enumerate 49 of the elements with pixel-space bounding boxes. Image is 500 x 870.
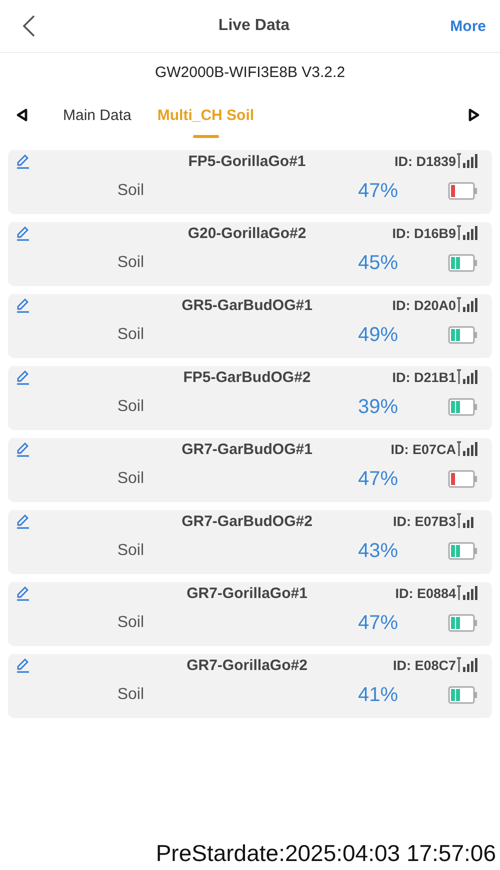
sensor-id: ID: D16B9	[392, 226, 456, 240]
moisture-value: 49%	[358, 324, 398, 346]
tab[interactable]: Multi_CH Soil	[157, 90, 254, 140]
sensor-id: ID: D20A0	[392, 298, 456, 312]
edit-icon[interactable]	[16, 658, 30, 672]
sensor-label: Soil	[116, 398, 144, 416]
sensor-label: Soil	[116, 470, 144, 488]
moisture-value: 47%	[358, 180, 398, 202]
moisture-value: 43%	[358, 540, 398, 562]
edit-icon[interactable]	[16, 514, 30, 528]
more-link[interactable]: More	[450, 18, 486, 34]
sensor-name: FP5-GarBudOG#2	[183, 368, 311, 386]
sensor-label: Soil	[116, 182, 144, 200]
edit-icon[interactable]	[16, 226, 30, 240]
edit-icon[interactable]	[16, 370, 30, 384]
edit-icon[interactable]	[16, 298, 30, 312]
moisture-value: 41%	[358, 684, 398, 706]
moisture-value: 39%	[358, 396, 398, 418]
sensor-name: G20-GorillaGo#2	[188, 224, 306, 242]
edit-icon[interactable]	[16, 442, 30, 456]
timestamp: PreStardate:2025:04:03 17:57:06	[156, 840, 496, 866]
sensor-name: GR7-GorillaGo#1	[186, 584, 308, 602]
sensor-id: ID: E07CA	[390, 442, 456, 456]
page-title: Live Data	[218, 17, 290, 35]
previous-icon[interactable]	[16, 108, 28, 122]
sensor-name: GR7-GarBudOG#2	[182, 512, 312, 530]
device-name: GW2000B-WIFI3E8B V3.2.2	[154, 64, 346, 81]
next-icon[interactable]	[468, 108, 480, 122]
moisture-value: 47%	[358, 468, 398, 490]
sensor-id: ID: E07B3	[392, 514, 456, 528]
sensor-id: ID: D21B1	[392, 370, 456, 384]
moisture-value: 47%	[358, 612, 398, 634]
sensor-id: ID: E08C7	[392, 658, 456, 672]
sensor-label: Soil	[116, 686, 144, 704]
sensor-label: Soil	[116, 326, 144, 344]
sensor-id: ID: E0884	[395, 586, 456, 600]
sensor-label: Soil	[116, 542, 144, 560]
sensor-id: ID: D1839	[394, 154, 456, 168]
edit-icon[interactable]	[16, 154, 30, 168]
sensor-name: FP5-GorillaGo#1	[188, 152, 306, 170]
sensor-name: GR7-GorillaGo#2	[186, 656, 308, 674]
back-icon[interactable]	[22, 14, 36, 38]
sensor-name: GR7-GarBudOG#1	[182, 440, 312, 458]
moisture-value: 45%	[358, 252, 398, 274]
sensor-label: Soil	[116, 254, 144, 272]
sensor-name: GR5-GarBudOG#1	[182, 296, 312, 314]
edit-icon[interactable]	[16, 586, 30, 600]
sensor-label: Soil	[116, 614, 144, 632]
tab[interactable]: Main Data	[63, 90, 132, 140]
